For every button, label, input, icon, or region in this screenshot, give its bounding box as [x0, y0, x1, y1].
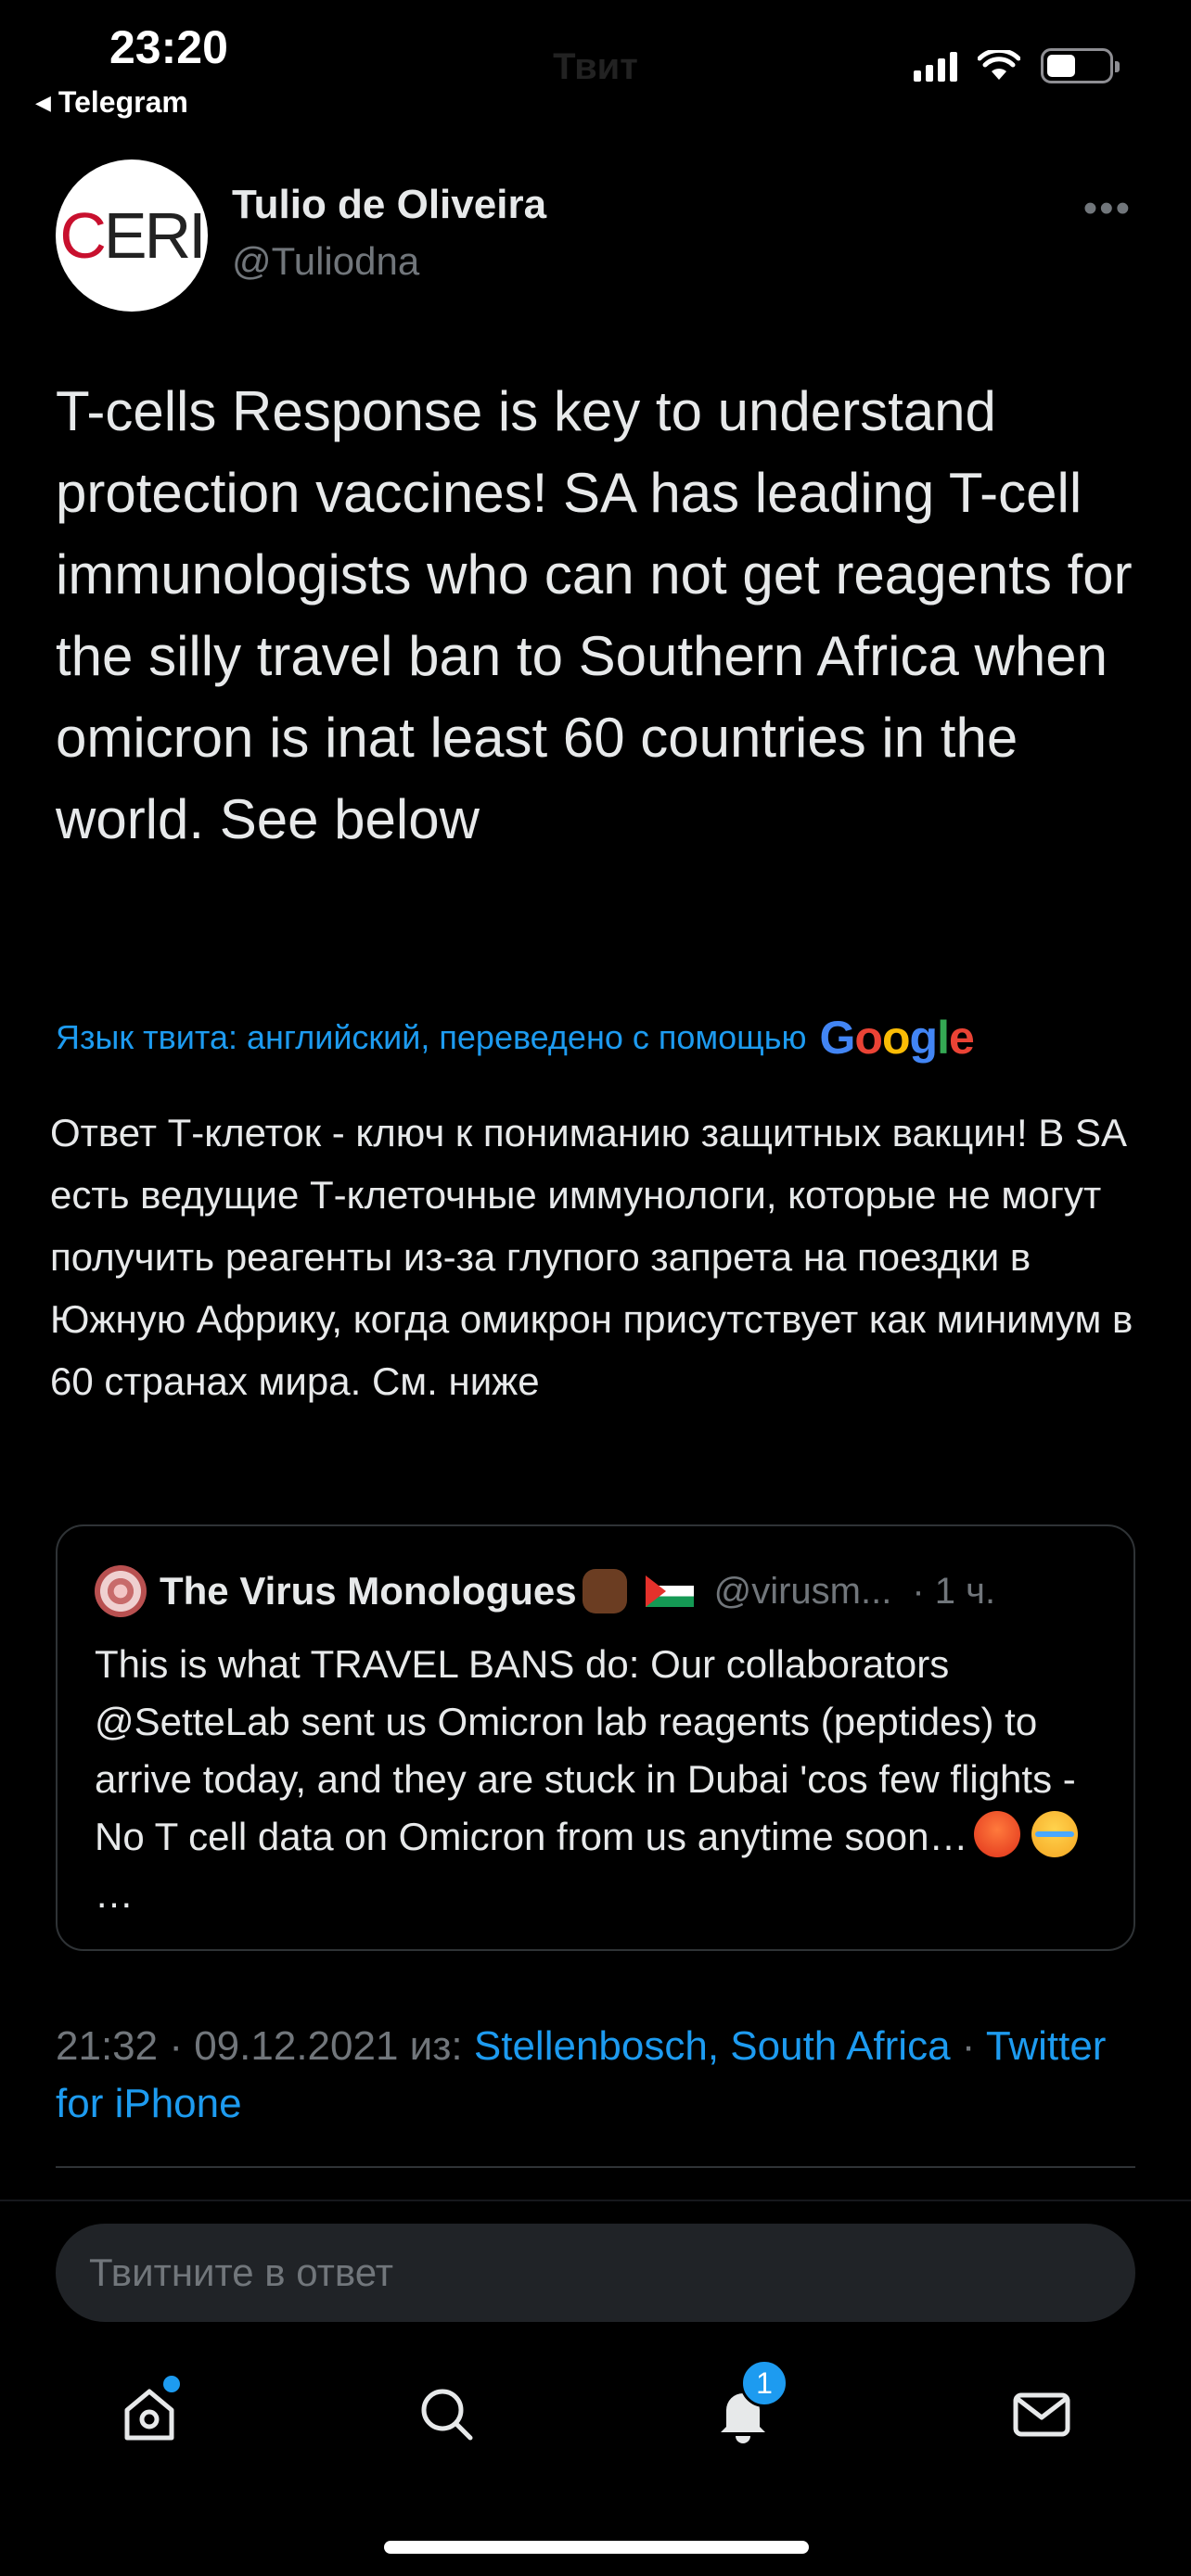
translated-text: Ответ Т-клеток - ключ к пониманию защитн…	[50, 1111, 1133, 1403]
tweet-detail-screen: 23:20 ◀ Telegram Твит CERI Tulio de Olive…	[0, 0, 1191, 2576]
quoted-tweet-body: This is what TRAVEL BANS do: Our collabo…	[95, 1642, 1076, 1858]
quoted-tweet-text: This is what TRAVEL BANS do: Our collabo…	[95, 1636, 1106, 1923]
tab-notifications[interactable]: 1	[701, 2359, 788, 2455]
back-app-label: Telegram	[58, 85, 188, 119]
search-icon	[421, 2389, 473, 2441]
location-link[interactable]: Stellenbosch, South Africa	[474, 2023, 951, 2069]
reply-placeholder: Твитните в ответ	[89, 2251, 393, 2294]
divider	[0, 2200, 1191, 2201]
back-triangle-icon: ◀	[35, 91, 51, 114]
tweet-text: T-cells Response is key to understand pr…	[56, 380, 1133, 850]
tab-messages[interactable]	[1000, 2372, 1083, 2455]
back-to-app-link[interactable]: ◀ Telegram	[35, 85, 188, 120]
quoted-author-name: The Virus Monologues	[160, 1569, 577, 1613]
author-handle[interactable]: @Tuliodna	[232, 239, 419, 284]
status-icons	[914, 48, 1120, 83]
tab-home[interactable]	[108, 2372, 191, 2455]
more-options-icon[interactable]: •••	[1083, 185, 1132, 232]
author-name[interactable]: Tulio de Oliveira	[232, 182, 546, 228]
bottom-tab-bar: 1	[0, 2355, 1191, 2476]
notifications-badge: 1	[740, 2359, 788, 2407]
wifi-icon	[978, 50, 1020, 80]
reply-input[interactable]: Твитните в ответ	[56, 2224, 1135, 2322]
tweet-meta: 21:32 · 09.12.2021 из: Stellenbosch, Sou…	[56, 2018, 1141, 2133]
author-avatar[interactable]: CERI	[56, 159, 208, 312]
cellular-signal-icon	[914, 50, 957, 82]
palestine-flag-icon	[645, 1575, 694, 1607]
google-logo: Google	[819, 1012, 975, 1064]
quoted-tweet-ellipsis: …	[95, 1872, 134, 1916]
from-label: из:	[409, 2023, 463, 2069]
quoted-tweet-card[interactable]: The Virus Monologues @virusm... · 1 ч. T…	[56, 1524, 1135, 1951]
quoted-tweet-time: · 1 ч.	[912, 1570, 996, 1612]
quoted-author-avatar	[95, 1565, 147, 1617]
status-bar: 23:20 ◀ Telegram Твит	[0, 0, 1191, 130]
translation-label: Язык твита: английский, переведено с пом…	[56, 1018, 807, 1056]
angry-face-emoji-icon	[973, 1811, 1020, 1857]
meta-separator: ·	[961, 2023, 976, 2069]
tweet-timestamp: 21:32 · 09.12.2021	[56, 2023, 399, 2069]
mail-icon	[1013, 2392, 1070, 2437]
battery-icon	[1041, 48, 1120, 83]
home-indicator[interactable]	[384, 2541, 809, 2554]
new-content-dot	[163, 2376, 180, 2392]
translation-attribution[interactable]: Язык твита: английский, переведено с пом…	[56, 1011, 975, 1065]
quoted-author-handle: @virusm...	[713, 1570, 892, 1612]
raised-fist-emoji-icon	[582, 1569, 627, 1613]
divider	[56, 2166, 1135, 2168]
crying-face-emoji-icon	[1031, 1811, 1078, 1857]
avatar-logo: CERI	[59, 199, 206, 272]
quoted-tweet-header: The Virus Monologues @virusm... · 1 ч.	[95, 1565, 995, 1617]
tab-search[interactable]	[404, 2372, 488, 2455]
